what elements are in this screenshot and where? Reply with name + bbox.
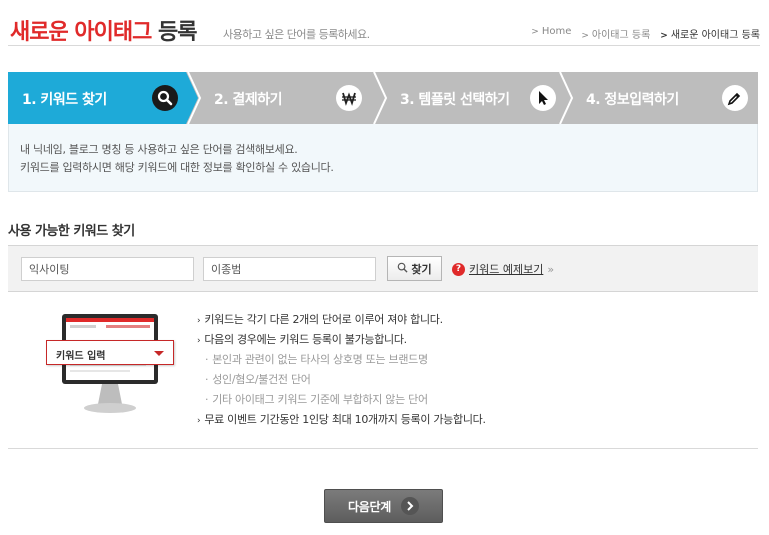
bullet-icon: · xyxy=(205,373,209,386)
breadcrumb-itag-register[interactable]: > 아이태그 등록 xyxy=(581,26,650,41)
find-button-label: 찾기 xyxy=(411,262,432,276)
page-title-rest: 등록 xyxy=(151,20,197,45)
step-description: 내 닉네임, 블로그 명칭 등 사용하고 싶은 단어를 검색해보세요. 키워드를… xyxy=(8,124,758,192)
won-icon xyxy=(336,85,362,111)
step-4-info-input: 4. 정보입력하기 xyxy=(572,72,758,124)
keyword-search-bar: 찾기 ? 키워드 예제보기 » xyxy=(8,245,758,292)
step-label: 2. 결제하기 xyxy=(214,92,282,108)
description-line: 키워드를 입력하시면 해당 키워드에 대한 정보를 확인하실 수 있습니다. xyxy=(20,161,334,174)
breadcrumb-current: > 새로운 아이태그 등록 xyxy=(660,30,760,41)
divider xyxy=(8,448,758,449)
page-title: 새로운 아이태그 등록 xyxy=(10,14,197,46)
description-line: 내 닉네임, 블로그 명칭 등 사용하고 싶은 단어를 검색해보세요. xyxy=(20,143,298,156)
keyword-input-tag: 키워드 입력 xyxy=(46,340,174,365)
step-label: 1. 키워드 찾기 xyxy=(22,92,107,108)
section-title: 사용 가능한 키워드 찾기 xyxy=(8,224,135,239)
step-3-template: 3. 템플릿 선택하기 xyxy=(386,72,560,124)
page-title-highlight: 새로운 아이태그 xyxy=(10,20,152,45)
step-progress: 1. 키워드 찾기 2. 결제하기 3. 템플릿 선택하기 4. 정보입력하기 xyxy=(8,72,758,124)
rule-sub-item: · 기타 아이태그 키워드 기준에 부합하지 않는 단어 xyxy=(205,393,428,406)
keyword-input-1[interactable] xyxy=(21,257,194,281)
keyword-input-2[interactable] xyxy=(203,257,376,281)
triangle-down-icon xyxy=(154,351,164,356)
chevron-right-icon xyxy=(400,497,419,515)
keyword-example-link[interactable]: ? 키워드 예제보기 » xyxy=(452,261,554,277)
cursor-icon xyxy=(530,85,556,111)
bullet-icon: · xyxy=(205,353,209,366)
page-header: 새로운 아이태그 등록 사용하고 싶은 단어를 등록하세요. > Home > 아이… xyxy=(8,10,760,46)
find-button[interactable]: 찾기 xyxy=(387,256,442,281)
step-label: 3. 템플릿 선택하기 xyxy=(400,92,510,108)
rule-sub-item: · 성인/혐오/불건전 단어 xyxy=(205,373,311,386)
rule-item: › 무료 이벤트 기간동안 1인당 최대 10개까지 등록이 가능합니다. xyxy=(197,413,486,426)
keyword-example-label: 키워드 예제보기 xyxy=(469,263,544,276)
double-chevron-right-icon: » xyxy=(547,262,555,276)
search-icon xyxy=(152,85,178,111)
step-1-keyword-search: 1. 키워드 찾기 xyxy=(8,72,188,124)
next-step-button[interactable]: 다음단계 xyxy=(324,489,443,523)
breadcrumb-home[interactable]: > Home xyxy=(531,26,571,41)
monitor-illustration xyxy=(62,314,158,413)
pencil-icon xyxy=(722,85,748,111)
keyword-input-tag-label: 키워드 입력 xyxy=(56,351,106,362)
page-subtitle: 사용하고 싶은 단어를 등록하세요. xyxy=(223,28,370,41)
rule-item: › 키워드는 각기 다른 2개의 단어로 이루어 져야 합니다. xyxy=(197,313,443,326)
keyword-rules: › 키워드는 각기 다른 2개의 단어로 이루어 져야 합니다. › 다음의 경우에… xyxy=(197,310,486,430)
chevron-right-icon: › xyxy=(197,416,201,426)
chevron-right-icon: › xyxy=(197,316,201,326)
rule-sub-item: · 본인과 관련이 없는 타사의 상호명 또는 브랜드명 xyxy=(205,353,428,366)
bullet-icon: · xyxy=(205,393,209,406)
question-icon: ? xyxy=(452,262,465,276)
rule-item: › 다음의 경우에는 키워드 등록이 불가능합니다. xyxy=(197,333,407,346)
chevron-right-icon: › xyxy=(197,336,201,346)
search-icon xyxy=(397,262,408,276)
step-label: 4. 정보입력하기 xyxy=(586,92,679,108)
next-step-button-label: 다음단계 xyxy=(348,499,391,514)
breadcrumb: > Home > 아이태그 등록 > 새로운 아이태그 등록 xyxy=(531,26,760,41)
step-2-payment: 2. 결제하기 xyxy=(200,72,374,124)
